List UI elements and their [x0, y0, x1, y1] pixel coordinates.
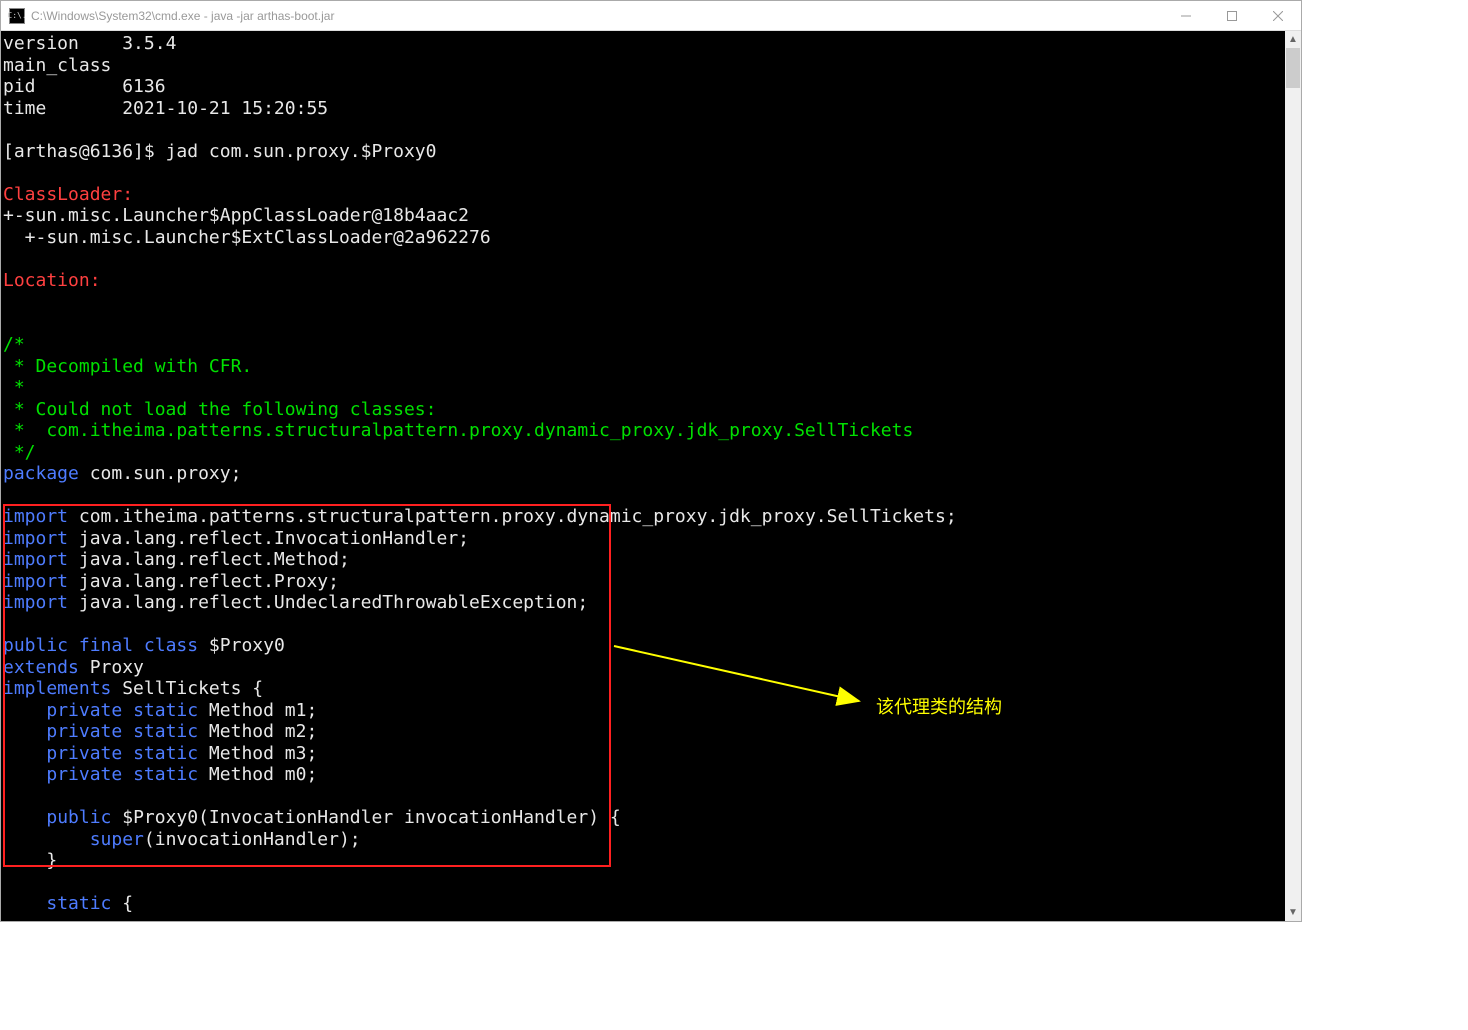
titlebar[interactable]: C:\. C:\Windows\System32\cmd.exe - java … — [1, 1, 1301, 31]
code-line: public final class $Proxy0 — [3, 635, 285, 656]
info-line: main_class — [3, 55, 111, 76]
comment-line: * Could not load the following classes: — [3, 399, 436, 420]
section-location: Location: — [3, 270, 101, 291]
code-line: public $Proxy0(InvocationHandler invocat… — [3, 807, 621, 828]
comment-line: * Decompiled with CFR. — [3, 356, 252, 377]
comment-line: */ — [3, 442, 36, 463]
comment-line: * com.itheima.patterns.structuralpattern… — [3, 420, 913, 441]
classloader-line: +-sun.misc.Launcher$AppClassLoader@18b4a… — [3, 205, 469, 226]
code-line: package com.sun.proxy; — [3, 463, 241, 484]
code-line: import com.itheima.patterns.structuralpa… — [3, 506, 957, 527]
code-line: import java.lang.reflect.InvocationHandl… — [3, 528, 469, 549]
comment-line: * — [3, 377, 36, 398]
code-line: import java.lang.reflect.Proxy; — [3, 571, 339, 592]
comment-line: /* — [3, 334, 25, 355]
code-line: private static Method m1; — [3, 700, 317, 721]
code-line: implements SellTickets { — [3, 678, 263, 699]
info-line: time 2021-10-21 15:20:55 — [3, 98, 328, 119]
info-line: version 3.5.4 — [3, 33, 176, 54]
close-button[interactable] — [1255, 1, 1301, 30]
cmd-icon: C:\. — [9, 8, 25, 24]
terminal[interactable]: version 3.5.4 main_class pid 6136 time 2… — [1, 31, 1285, 921]
code-line: super(invocationHandler); — [3, 829, 361, 850]
maximize-button[interactable] — [1209, 1, 1255, 30]
code-line: private static Method m0; — [3, 764, 317, 785]
scroll-down-icon[interactable]: ▼ — [1285, 904, 1301, 921]
prompt-line: [arthas@6136]$ jad com.sun.proxy.$Proxy0 — [3, 141, 437, 162]
classloader-line: +-sun.misc.Launcher$ExtClassLoader@2a962… — [3, 227, 491, 248]
terminal-area: version 3.5.4 main_class pid 6136 time 2… — [1, 31, 1301, 921]
scroll-up-icon[interactable]: ▲ — [1285, 31, 1301, 48]
scrollbar-thumb[interactable] — [1286, 48, 1300, 88]
cmd-window: C:\. C:\Windows\System32\cmd.exe - java … — [0, 0, 1302, 922]
code-line: extends Proxy — [3, 657, 144, 678]
vertical-scrollbar[interactable]: ▲ ▼ — [1285, 31, 1301, 921]
code-line: import java.lang.reflect.Method; — [3, 549, 350, 570]
code-line: private static Method m3; — [3, 743, 317, 764]
window-title: C:\Windows\System32\cmd.exe - java -jar … — [31, 9, 1163, 23]
minimize-button[interactable] — [1163, 1, 1209, 30]
code-line: import java.lang.reflect.UndeclaredThrow… — [3, 592, 588, 613]
annotation-label: 该代理类的结构 — [876, 693, 1002, 719]
section-classloader: ClassLoader: — [3, 184, 133, 205]
window-controls — [1163, 1, 1301, 30]
code-line: private static Method m2; — [3, 721, 317, 742]
info-line: pid 6136 — [3, 76, 166, 97]
code-line: } — [3, 850, 57, 871]
code-line: static { — [3, 893, 133, 914]
